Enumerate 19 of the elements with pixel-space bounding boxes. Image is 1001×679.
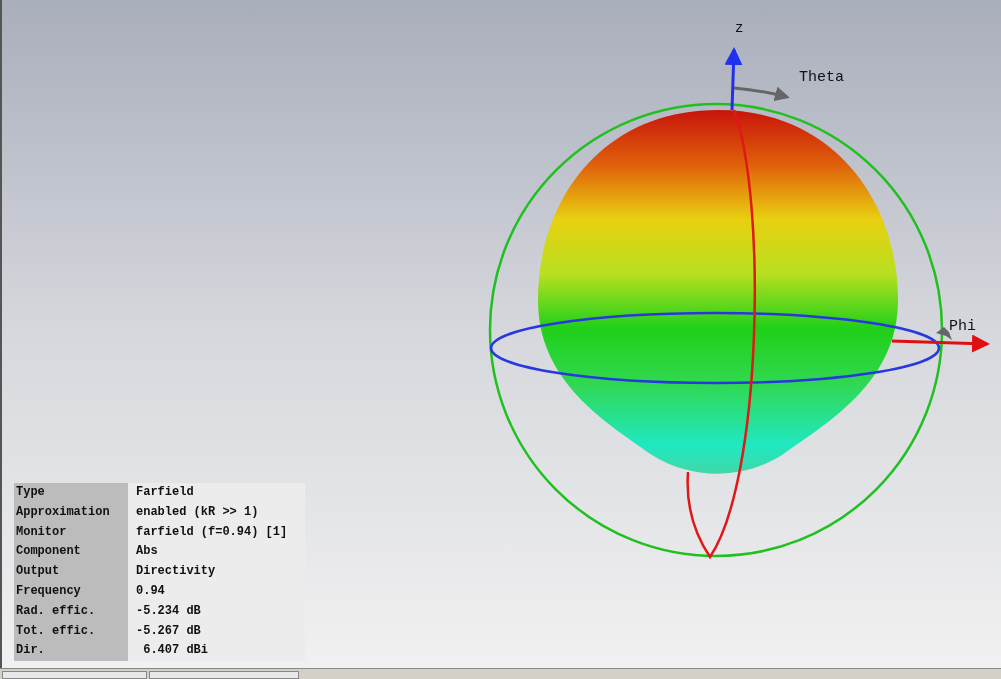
phi-label: Phi bbox=[949, 318, 976, 335]
window-tab[interactable] bbox=[2, 671, 147, 679]
theta-label: Theta bbox=[799, 69, 844, 86]
property-value: farfield (f=0.94) [1] bbox=[128, 522, 305, 543]
property-label: Output bbox=[14, 562, 128, 582]
property-label: Monitor bbox=[14, 522, 128, 543]
z-label: z bbox=[735, 20, 744, 36]
property-label: Dir. bbox=[14, 641, 128, 662]
property-label: Tot. effic. bbox=[14, 621, 128, 642]
property-value: Abs bbox=[128, 542, 305, 563]
property-value: Farfield bbox=[128, 483, 305, 503]
window-tab[interactable] bbox=[149, 671, 299, 679]
property-label: Rad. effic. bbox=[14, 601, 128, 622]
property-label: Component bbox=[14, 542, 128, 563]
property-value: 6.407 dBi bbox=[128, 641, 305, 662]
property-label: Frequency bbox=[14, 582, 128, 602]
property-label: Approximation bbox=[14, 502, 128, 523]
property-value: enabled (kR >> 1) bbox=[128, 502, 305, 523]
property-label: Type bbox=[14, 483, 128, 503]
